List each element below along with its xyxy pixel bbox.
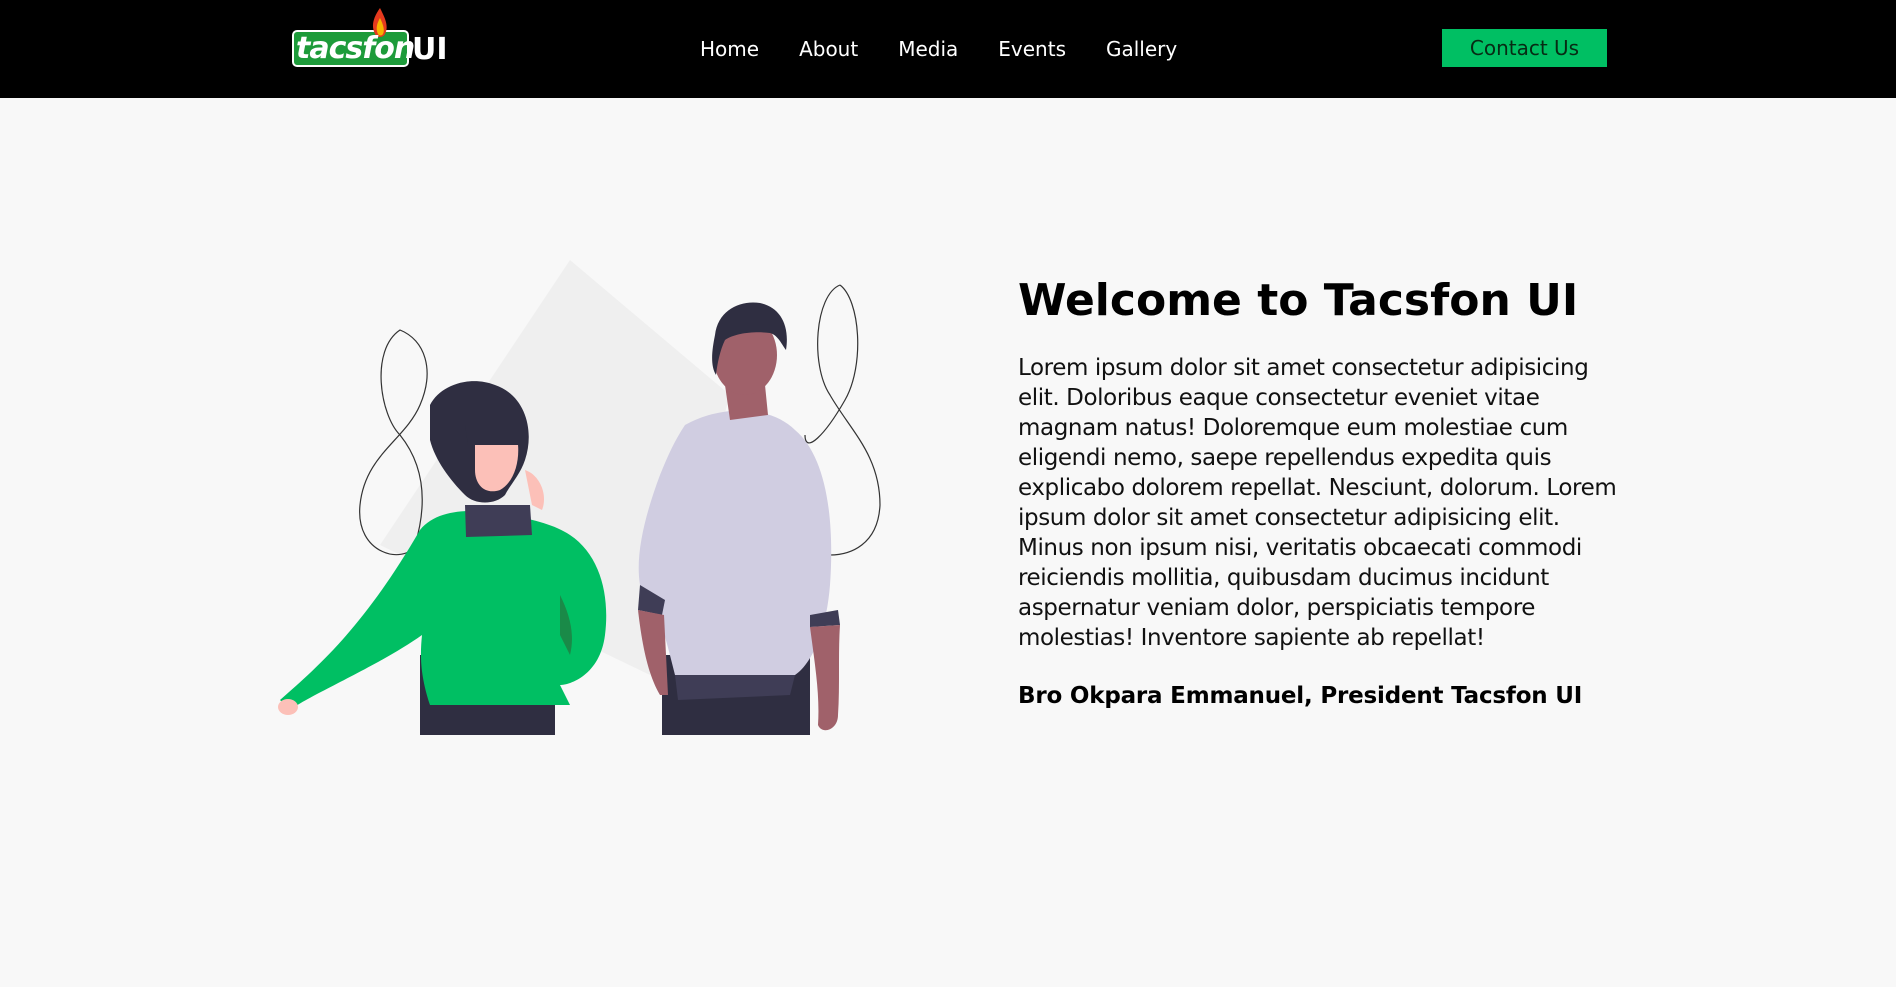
nav-home[interactable]: Home — [700, 34, 759, 64]
nav-about[interactable]: About — [799, 34, 858, 64]
nav-events[interactable]: Events — [998, 34, 1066, 64]
hero-text: Welcome to Tacsfon UI Lorem ipsum dolor … — [1018, 276, 1628, 711]
logo-wordmark: tacsfon — [296, 31, 415, 66]
logo-suffix: UI — [412, 32, 448, 67]
nav-gallery[interactable]: Gallery — [1106, 34, 1177, 64]
hero-body: Lorem ipsum dolor sit amet consectetur a… — [1018, 355, 1617, 651]
contact-us-button[interactable]: Contact Us — [1442, 29, 1607, 67]
brand-logo[interactable]: tacsfon UI — [292, 8, 452, 70]
two-people-illustration — [278, 260, 881, 735]
main-nav: Home About Media Events Gallery — [680, 34, 1217, 64]
nav-media[interactable]: Media — [898, 34, 958, 64]
hero-signature: Bro Okpara Emmanuel, President Tacsfon U… — [1018, 683, 1583, 709]
navbar: tacsfon UI Home About Media Events Galle… — [0, 0, 1896, 98]
hero-title: Welcome to Tacsfon UI — [1018, 275, 1579, 326]
